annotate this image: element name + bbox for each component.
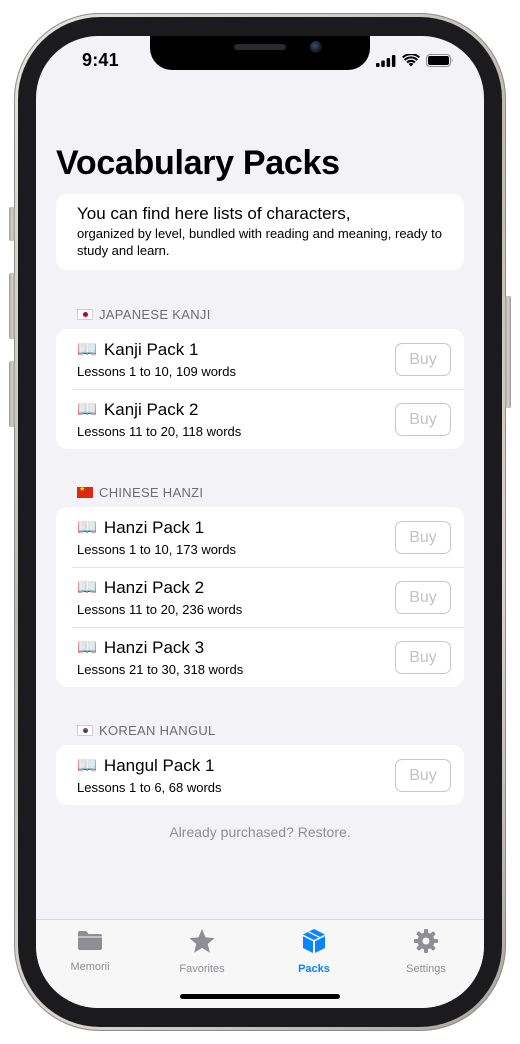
folder-icon [78, 931, 102, 950]
pack-subtitle: Lessons 11 to 20, 118 words [77, 424, 242, 439]
pack-title: 📖 Hangul Pack 1 [77, 756, 215, 776]
tab-label: Settings [406, 963, 446, 975]
intro-headline: You can find here lists of characters, [77, 204, 351, 223]
tab-label: Packs [298, 963, 330, 975]
pack-name: Kanji Pack 1 [103, 340, 199, 359]
volume-down-button [9, 361, 15, 427]
front-camera [310, 41, 322, 53]
list-item: 📖 Kanji Pack 2 Lessons 11 to 20, 118 wor… [56, 389, 464, 449]
buy-button[interactable]: Buy [395, 403, 451, 436]
pack-subtitle: Lessons 1 to 10, 109 words [77, 364, 236, 379]
app-screen: 9:41 Vocabulary Packs You can find here … [36, 36, 484, 1008]
earpiece-speaker [234, 44, 286, 50]
section-title: KOREAN HANGUL [99, 723, 216, 738]
pack-name: Kanji Pack 2 [103, 400, 199, 419]
section-header-chinese: CHINESE HANZI [77, 485, 203, 500]
tab-favorites[interactable]: Favorites [152, 928, 252, 975]
intro-card: You can find here lists of characters, o… [56, 194, 464, 270]
status-time: 9:41 [82, 50, 119, 70]
tab-packs[interactable]: Packs [264, 928, 364, 975]
tab-memorii[interactable]: Memorii [40, 928, 140, 973]
pack-name: Hanzi Pack 1 [103, 518, 205, 537]
pack-title: 📖 Kanji Pack 2 [77, 400, 198, 420]
list-item: 📖 Hanzi Pack 1 Lessons 1 to 10, 173 word… [56, 507, 464, 567]
pack-group-japanese: 📖 Kanji Pack 1 Lessons 1 to 10, 109 word… [56, 329, 464, 449]
list-item: 📖 Kanji Pack 1 Lessons 1 to 10, 109 word… [56, 329, 464, 389]
tab-settings[interactable]: Settings [376, 928, 476, 975]
cellular-signal-icon [376, 54, 396, 67]
open-book-icon: 📖 [77, 341, 97, 358]
buy-button[interactable]: Buy [395, 641, 451, 674]
kr-flag-icon [77, 725, 93, 736]
status-icons [376, 54, 454, 67]
buy-button[interactable]: Buy [395, 581, 451, 614]
open-book-icon: 📖 [77, 401, 97, 418]
box-icon [303, 929, 325, 953]
gear-icon [414, 929, 438, 953]
list-item: 📖 Hanzi Pack 2 Lessons 11 to 20, 236 wor… [56, 567, 464, 627]
buy-button[interactable]: Buy [395, 343, 451, 376]
pack-title: 📖 Kanji Pack 1 [77, 340, 198, 360]
page-title: Vocabulary Packs [56, 144, 340, 182]
list-item: 📖 Hangul Pack 1 Lessons 1 to 6, 68 words… [56, 745, 464, 805]
volume-up-button [9, 273, 15, 339]
open-book-icon: 📖 [77, 639, 97, 656]
buy-button[interactable]: Buy [395, 521, 451, 554]
pack-subtitle: Lessons 1 to 10, 173 words [77, 542, 236, 557]
intro-body: organized by level, bundled with reading… [77, 226, 442, 258]
battery-icon [426, 54, 453, 67]
pack-name: Hangul Pack 1 [103, 756, 215, 775]
cn-flag-icon [77, 485, 93, 498]
section-title: CHINESE HANZI [99, 485, 204, 500]
tab-label: Memorii [70, 961, 110, 973]
jp-flag-icon [77, 309, 93, 320]
pack-subtitle: Lessons 1 to 6, 68 words [77, 780, 222, 795]
open-book-icon: 📖 [77, 579, 97, 596]
star-icon [189, 929, 215, 953]
restore-purchases-link[interactable]: Already purchased? Restore. [36, 824, 484, 840]
open-book-icon: 📖 [77, 519, 97, 536]
section-header-korean: KOREAN HANGUL [77, 723, 216, 738]
section-header-japanese: JAPANESE KANJI [77, 307, 211, 322]
home-indicator[interactable] [180, 994, 340, 999]
pack-title: 📖 Hanzi Pack 2 [77, 578, 204, 598]
list-item: 📖 Hanzi Pack 3 Lessons 21 to 30, 318 wor… [56, 627, 464, 687]
wifi-icon [402, 54, 420, 67]
tab-label: Favorites [179, 963, 225, 975]
power-button [505, 296, 511, 408]
pack-name: Hanzi Pack 2 [103, 578, 205, 597]
pack-group-korean: 📖 Hangul Pack 1 Lessons 1 to 6, 68 words… [56, 745, 464, 805]
pack-group-chinese: 📖 Hanzi Pack 1 Lessons 1 to 10, 173 word… [56, 507, 464, 687]
buy-button[interactable]: Buy [395, 759, 451, 792]
pack-subtitle: Lessons 21 to 30, 318 words [77, 662, 244, 677]
section-title: JAPANESE KANJI [99, 307, 211, 322]
open-book-icon: 📖 [77, 757, 97, 774]
pack-subtitle: Lessons 11 to 20, 236 words [77, 602, 243, 617]
mute-switch [9, 207, 15, 241]
pack-name: Hanzi Pack 3 [103, 638, 205, 657]
pack-title: 📖 Hanzi Pack 1 [77, 518, 204, 538]
pack-title: 📖 Hanzi Pack 3 [77, 638, 204, 658]
notch [150, 36, 370, 70]
